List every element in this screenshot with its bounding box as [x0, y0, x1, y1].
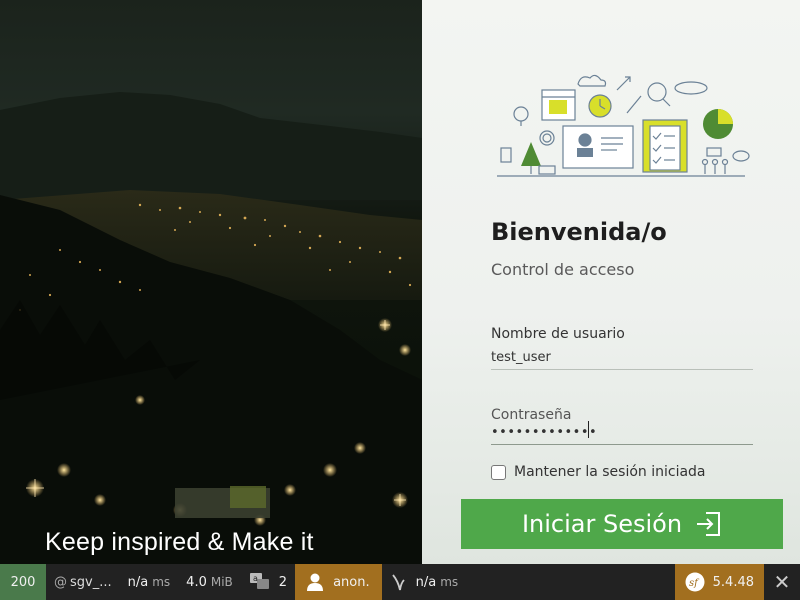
symfony-version: 5.4.48	[712, 574, 754, 590]
route-name: sgv_...	[70, 574, 112, 590]
symfony-info[interactable]: sf 5.4.48	[674, 564, 764, 600]
night-city-illustration	[0, 92, 422, 564]
svg-text:a: a	[253, 574, 258, 583]
route-prefix: @	[54, 574, 67, 590]
twig-icon	[391, 574, 405, 591]
symfony-logo-icon: sf	[685, 572, 705, 592]
login-page: Keep inspired & Make it Bienvenida/o Con…	[0, 0, 800, 564]
remember-me[interactable]: Mantener la sesión iniciada	[491, 464, 706, 480]
request-time-value: n/a	[127, 574, 149, 590]
toolbar-close-icon[interactable]: ✕	[764, 564, 800, 600]
welcome-subtitle: Control de acceso	[491, 260, 635, 279]
hero-image: Keep inspired & Make it	[0, 0, 422, 564]
sign-in-icon	[697, 512, 721, 536]
twig-time[interactable]: n/a ms	[382, 564, 467, 600]
status-code[interactable]: 200	[0, 564, 46, 600]
memory-usage[interactable]: 4.0 MiB	[178, 564, 241, 600]
welcome-title: Bienvenida/o	[491, 218, 667, 246]
translation-icon: a	[249, 573, 269, 589]
login-button[interactable]: Iniciar Sesión	[461, 499, 783, 549]
debug-toolbar: 200 @ sgv_... n/a ms 4.0 MiB a 2 anon. n…	[0, 564, 800, 600]
password-field[interactable]	[491, 421, 753, 445]
memory-value: 4.0	[186, 574, 207, 590]
memory-unit: MiB	[210, 575, 233, 589]
username-label: Nombre de usuario	[491, 326, 625, 342]
login-button-label: Iniciar Sesión	[521, 510, 683, 538]
remember-label: Mantener la sesión iniciada	[514, 464, 706, 480]
user-icon	[307, 573, 324, 591]
twig-time-value: n/a	[415, 574, 437, 590]
request-time-unit: ms	[152, 575, 171, 589]
username-field[interactable]	[491, 346, 753, 370]
twig-time-unit: ms	[440, 575, 459, 589]
translations-count: 2	[278, 574, 288, 590]
user-name: anon.	[333, 574, 370, 590]
text-caret	[588, 421, 589, 438]
request-time[interactable]: n/a ms	[120, 564, 179, 600]
remember-checkbox[interactable]	[491, 464, 506, 480]
translations[interactable]: a 2	[241, 564, 295, 600]
security-user[interactable]: anon.	[295, 564, 382, 600]
hero-caption: Keep inspired & Make it	[45, 528, 314, 556]
office-illustration	[497, 74, 750, 177]
route-info[interactable]: @ sgv_...	[46, 564, 120, 600]
